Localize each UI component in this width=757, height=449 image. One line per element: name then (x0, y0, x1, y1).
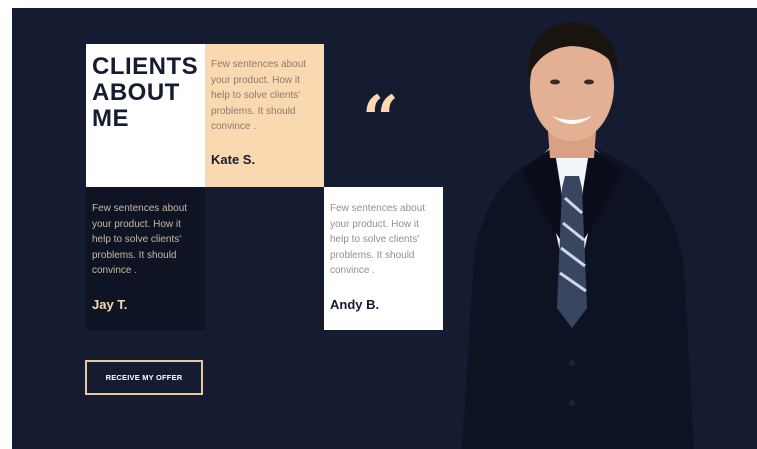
testimonial-text: Few sentences about your product. How it… (330, 203, 426, 276)
receive-offer-button[interactable]: RECEIVE MY OFFER (85, 360, 203, 395)
testimonial-text: Few sentences about your product. How it… (92, 203, 188, 276)
testimonial-author: Andy B. (330, 297, 380, 312)
testimonials-section: CLIENTS ABOUT ME Few sentences about you… (12, 8, 757, 449)
testimonial-card-jay: Few sentences about your product. How it… (86, 187, 205, 330)
testimonial-text: Few sentences about your product. How it… (211, 59, 307, 132)
heading-tile: CLIENTS ABOUT ME (86, 44, 205, 187)
testimonial-author: Kate S. (211, 152, 256, 167)
testimonial-author: Jay T. (92, 297, 128, 312)
section-heading: CLIENTS ABOUT ME (92, 53, 199, 132)
businessman-photo (462, 22, 694, 449)
quote-mark-icon: “ (362, 82, 399, 157)
testimonial-card-kate: Few sentences about your product. How it… (205, 44, 324, 187)
